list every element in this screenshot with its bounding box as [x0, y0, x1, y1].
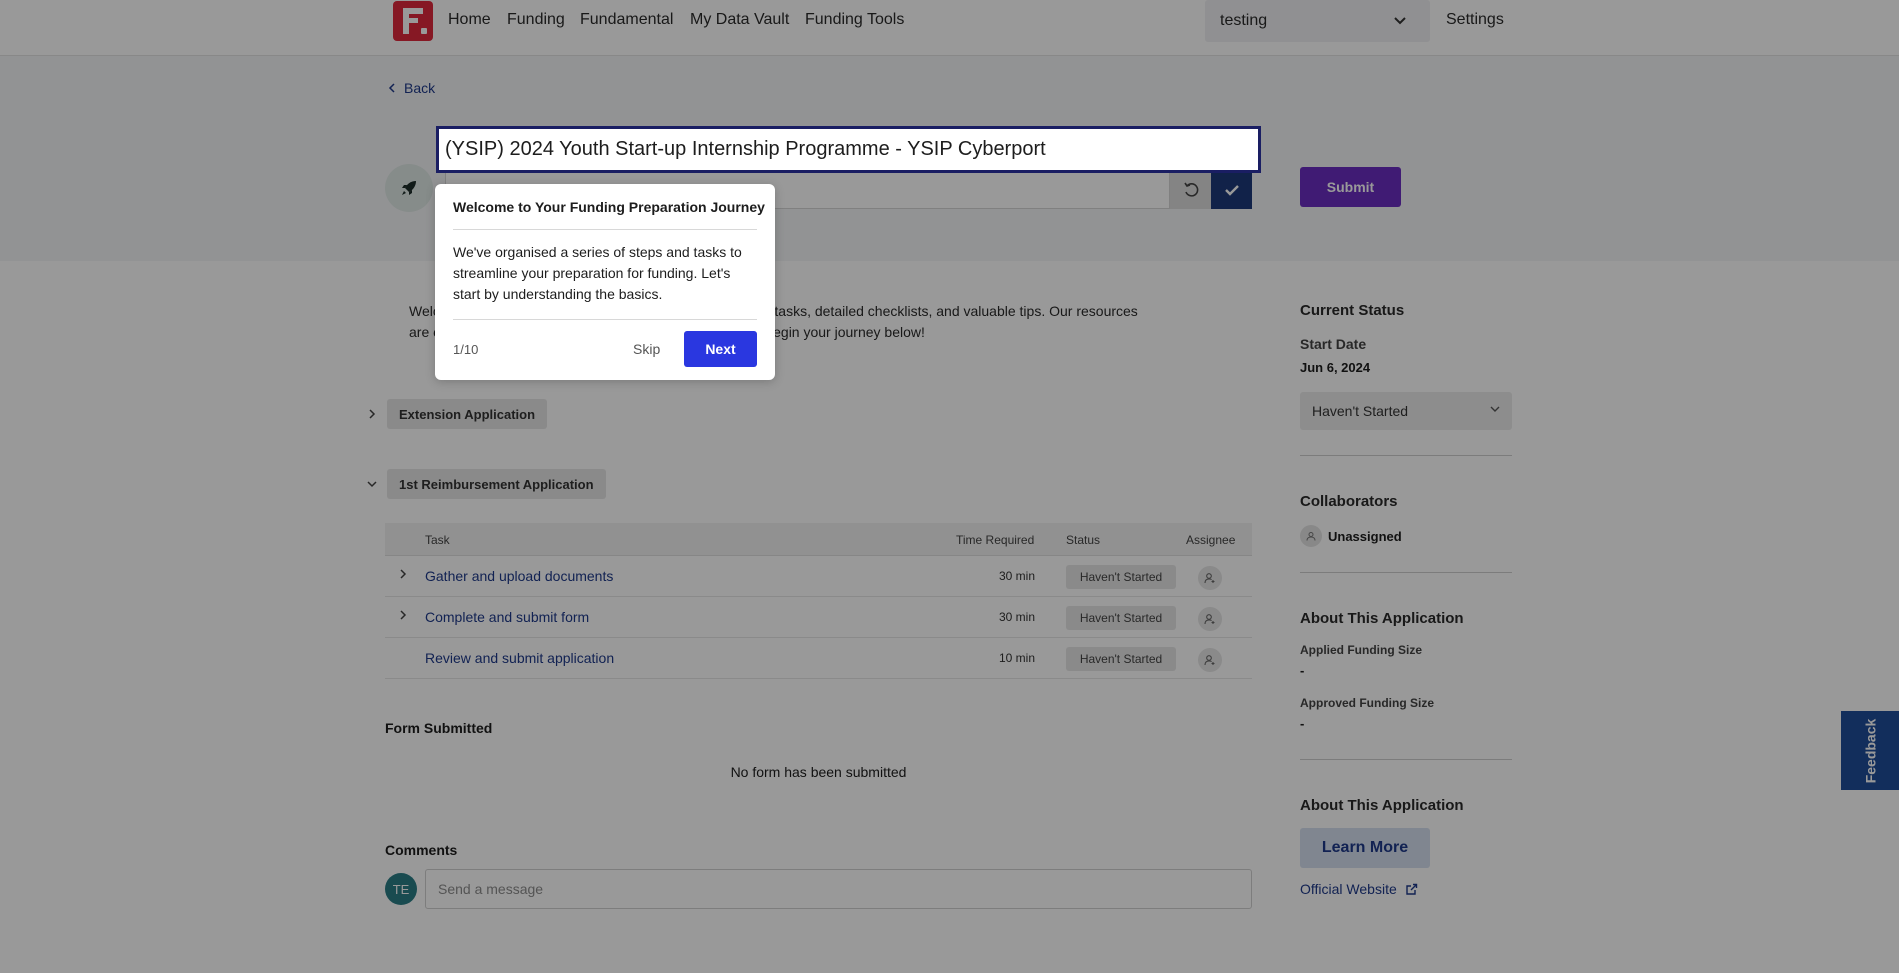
- tour-step-counter: 1/10: [453, 342, 479, 357]
- divider: [453, 319, 757, 320]
- tour-title: Welcome to Your Funding Preparation Jour…: [453, 199, 765, 215]
- tour-body: We've organised a series of steps and ta…: [453, 244, 742, 302]
- project-title-input[interactable]: (YSIP) 2024 Youth Start-up Internship Pr…: [436, 126, 1261, 173]
- skip-button[interactable]: Skip: [633, 341, 660, 357]
- next-button[interactable]: Next: [684, 331, 757, 367]
- tour-popover: Welcome to Your Funding Preparation Jour…: [435, 184, 775, 380]
- divider: [453, 229, 757, 230]
